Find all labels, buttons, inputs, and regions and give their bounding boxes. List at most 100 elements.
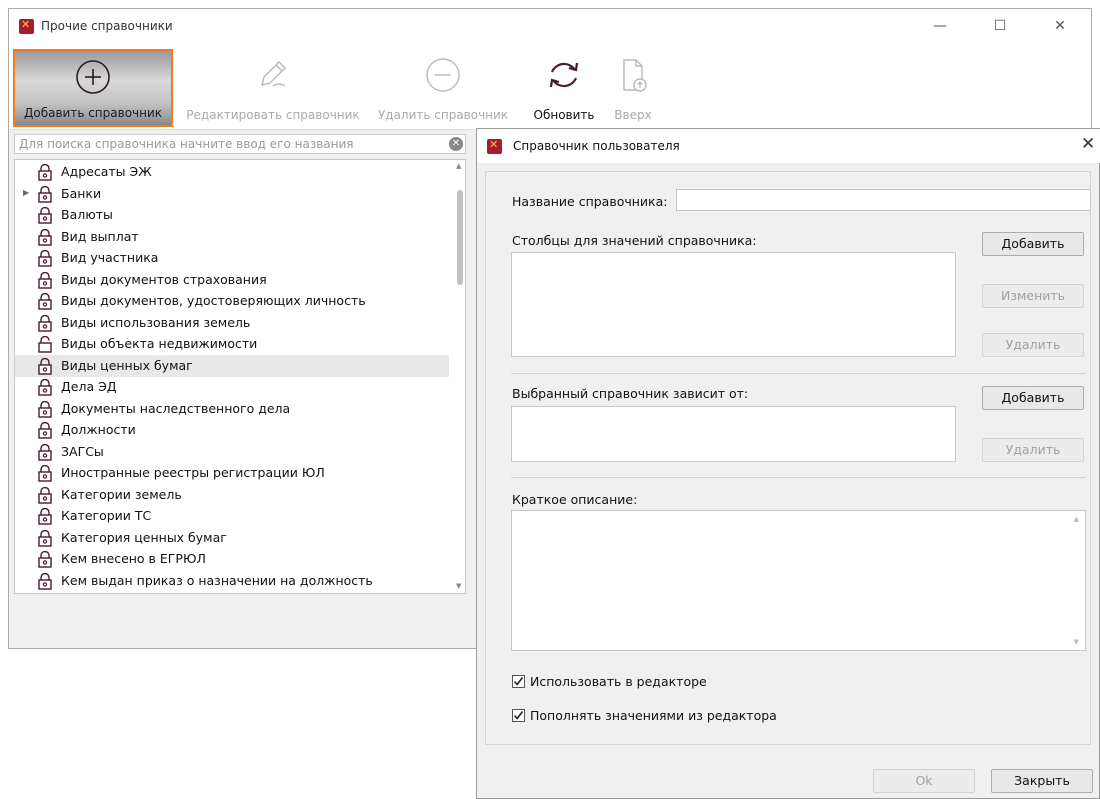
list-item-label: Виды использования земель	[61, 314, 251, 330]
dialog-close-icon[interactable]: ✕	[1081, 134, 1095, 154]
close-button[interactable]: ✕	[1037, 9, 1083, 43]
list-item[interactable]: Должности	[15, 419, 449, 441]
edit-directory-button[interactable]: Редактировать справочник	[173, 49, 373, 127]
list-item[interactable]: Иностранные реестры регистрации ЮЛ	[15, 462, 449, 484]
up-button[interactable]: Вверх	[601, 49, 665, 127]
lock-icon	[38, 164, 52, 181]
list-item[interactable]: Кем выдан приказ о назначении на должнос…	[15, 570, 449, 592]
delete-directory-label: Удалить справочник	[377, 108, 509, 122]
list-item[interactable]: Категории ТС	[15, 505, 449, 527]
lock-icon	[38, 314, 52, 332]
depends-delete-button[interactable]: Удалить	[982, 438, 1084, 462]
list-item[interactable]: Категория ценных бумаг	[15, 527, 449, 549]
scroll-up-arrow-icon[interactable]: ▲	[456, 162, 461, 170]
list-item-label: Валюты	[61, 207, 113, 222]
list-item[interactable]: ▶ Банки	[15, 183, 449, 205]
list-item-label: Дела ЭД	[61, 379, 117, 394]
list-item[interactable]: ЗАГСы	[15, 441, 449, 463]
list-item[interactable]: Виды использования земель	[15, 312, 449, 334]
use-in-editor-label: Использовать в редакторе	[530, 674, 707, 689]
depends-add-button[interactable]: Добавить	[982, 386, 1084, 410]
close-dialog-button[interactable]: Закрыть	[991, 769, 1093, 793]
columns-edit-button[interactable]: Изменить	[982, 284, 1084, 308]
add-directory-label: Добавить справочник	[23, 106, 163, 120]
list-scrollbar[interactable]: ▲ ▼	[453, 160, 465, 593]
lock-icon	[38, 250, 52, 267]
description-textarea[interactable]: ▲ ▼	[511, 510, 1086, 651]
list-item[interactable]: Виды документов, удостоверяющих личность	[15, 290, 449, 312]
minimize-button[interactable]: —	[917, 9, 963, 43]
search-input[interactable]	[15, 135, 443, 153]
ok-button[interactable]: Ok	[873, 769, 975, 793]
list-item[interactable]: Виды документов страхования	[15, 269, 449, 291]
list-item[interactable]: Документы наследственного дела	[15, 398, 449, 420]
depends-list[interactable]	[511, 406, 956, 462]
list-item[interactable]: Вид выплат	[15, 226, 449, 248]
scrollbar-thumb[interactable]	[457, 190, 463, 285]
refresh-label: Обновить	[533, 108, 595, 122]
clear-search-icon[interactable]: ✕	[449, 137, 463, 151]
expand-arrow-icon[interactable]: ▶	[23, 188, 29, 197]
lock-icon	[38, 486, 52, 504]
scroll-down-arrow-icon[interactable]: ▼	[456, 582, 461, 590]
lock-icon	[38, 443, 52, 461]
list-item-label: Виды ценных бумаг	[61, 357, 193, 373]
lock-icon	[38, 379, 52, 396]
list-item-label: Адресаты ЭЖ	[61, 164, 152, 179]
columns-list[interactable]	[511, 252, 956, 357]
list-item-label: Виды документов страхования	[61, 271, 267, 287]
lock-icon	[38, 185, 52, 203]
list-item[interactable]: Вид участника	[15, 247, 449, 269]
lock-icon	[38, 551, 52, 568]
columns-add-button[interactable]: Добавить	[982, 232, 1084, 256]
lock-icon	[38, 228, 52, 246]
list-item-label: Вид участника	[61, 250, 159, 265]
toolbar: Добавить справочник Редактировать справо…	[9, 45, 1091, 130]
lock-icon	[38, 207, 52, 224]
list-item-label: Категории ТС	[61, 508, 152, 523]
file-upload-icon	[623, 59, 647, 92]
lock-icon	[38, 293, 52, 310]
lock-icon	[38, 465, 52, 482]
pencil-icon	[261, 61, 286, 87]
lock-icon	[38, 357, 52, 375]
list-item[interactable]: Кем внесено в ЕГРЮЛ	[15, 548, 449, 570]
textarea-scroll-up-icon: ▲	[1073, 515, 1079, 523]
delete-directory-button[interactable]: Удалить справочник	[373, 49, 513, 127]
plus-circle-icon	[76, 60, 110, 94]
fill-from-editor-checkbox[interactable]	[512, 709, 525, 722]
refresh-button[interactable]: Обновить	[527, 49, 601, 127]
use-in-editor-checkbox[interactable]	[512, 675, 525, 688]
dialog-logo-icon	[487, 138, 502, 154]
maximize-button[interactable]: ☐	[977, 9, 1023, 43]
directory-search: ✕	[14, 134, 466, 154]
lock-icon	[38, 572, 52, 590]
edit-directory-label: Редактировать справочник	[186, 108, 360, 122]
list-item[interactable]: Виды ценных бумаг	[15, 354, 449, 377]
lock-icon	[38, 271, 52, 289]
directory-list: Адресаты ЭЖ ▶ Банки Валюты Вид выплат Вид уча…	[14, 159, 466, 594]
list-item-label: Виды объекта недвижимости	[61, 336, 258, 351]
list-item-label: Кем выдан приказ о назначении на должнос…	[61, 572, 373, 588]
list-item[interactable]: Дела ЭД	[15, 376, 449, 398]
list-item-label: Документы наследственного дела	[61, 400, 291, 416]
list-item[interactable]: Валюты	[15, 204, 449, 226]
list-item-label: Иностранные реестры регистрации ЮЛ	[61, 465, 325, 480]
directory-name-input[interactable]	[676, 189, 1091, 211]
checkmark-icon	[513, 677, 524, 686]
add-directory-button[interactable]: Добавить справочник	[13, 49, 173, 127]
lock-icon	[38, 422, 52, 439]
list-item-label: Кем внесено в ЕГРЮЛ	[61, 551, 206, 566]
up-label: Вверх	[614, 108, 652, 122]
list-item[interactable]: Виды объекта недвижимости	[15, 333, 449, 355]
list-item-label: Должности	[61, 422, 136, 437]
checkmark-icon	[513, 711, 524, 720]
depends-label: Выбранный справочник зависит от:	[512, 386, 749, 401]
list-item-label: Виды документов, удостоверяющих личность	[61, 293, 366, 308]
app-logo-icon	[19, 18, 34, 34]
columns-delete-button[interactable]: Удалить	[982, 333, 1084, 357]
lock-icon	[38, 508, 52, 525]
list-item-label: Категория ценных бумаг	[61, 529, 227, 545]
list-item[interactable]: Категории земель	[15, 484, 449, 506]
list-item[interactable]: Адресаты ЭЖ	[15, 161, 449, 183]
